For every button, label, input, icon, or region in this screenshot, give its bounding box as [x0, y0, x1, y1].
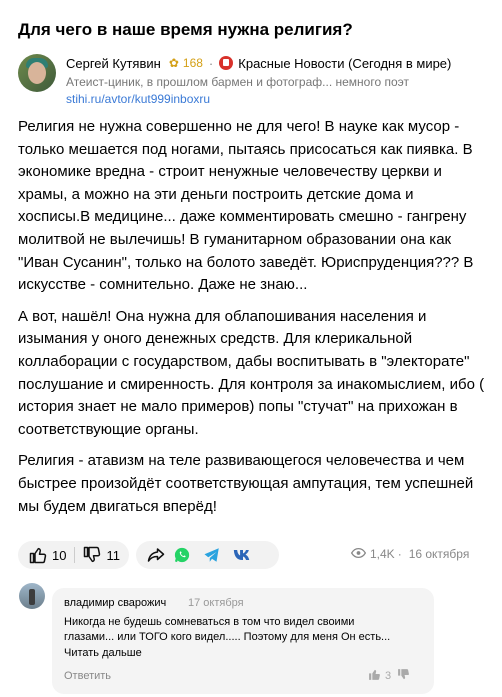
- karma-count: 168: [182, 56, 203, 70]
- share-icon[interactable]: [147, 546, 165, 564]
- publish-date: 16 октября: [408, 547, 470, 561]
- author-avatar[interactable]: [18, 54, 56, 92]
- comment-text: Никогда не будешь сомневаться в том что …: [64, 616, 391, 643]
- thumbs-up-icon[interactable]: [368, 668, 381, 684]
- action-bar: 10 11 1,4K · 16 октября: [18, 541, 488, 569]
- vk-icon[interactable]: [233, 548, 253, 562]
- comment-date: 17 октября: [188, 597, 244, 609]
- eye-icon: [350, 547, 367, 561]
- thumbs-down-icon[interactable]: [83, 546, 101, 564]
- article-body: Религия не нужна совершенно не для чего!…: [18, 116, 488, 527]
- telegram-icon[interactable]: [203, 546, 221, 564]
- comment-reactions: 3: [368, 668, 410, 684]
- views-stats: 1,4K · 16 октября: [350, 547, 470, 561]
- paragraph: А вот, нашёл! Она нужна для облапошивани…: [18, 307, 485, 438]
- karma-icon: ✿: [168, 56, 179, 70]
- read-more-link[interactable]: Читать дальше: [64, 647, 142, 659]
- share-pill: [136, 541, 279, 569]
- likes-count: 10: [52, 547, 67, 563]
- thumbs-down-icon[interactable]: [397, 668, 410, 684]
- paragraph: Религия не нужна совершенно не для чего!…: [18, 118, 474, 294]
- views-count: 1,4K: [370, 547, 395, 561]
- comment: владимир сварожич 17 октября Никогда не …: [52, 588, 434, 694]
- separator-dot: ·: [397, 547, 402, 561]
- channel-logo-icon: [219, 56, 234, 70]
- reply-button[interactable]: Ответить: [64, 670, 111, 682]
- dislikes-count: 11: [106, 547, 120, 563]
- thumbs-up-icon[interactable]: [29, 546, 47, 564]
- article-title: Для чего в наше время нужна религия?: [18, 20, 353, 39]
- paragraph: Религия - атавизм на теле развивающегося…: [18, 452, 474, 515]
- channel-name[interactable]: Красные Новости (Сегодня в мире): [238, 56, 451, 71]
- separator-dot: ·: [208, 55, 214, 71]
- whatsapp-icon[interactable]: [173, 546, 191, 564]
- author-link[interactable]: stihi.ru/avtor/kut999inboxru: [66, 92, 210, 106]
- divider: [74, 547, 76, 563]
- comment-likes-count: 3: [385, 670, 392, 682]
- comment-author[interactable]: владимир сварожич: [64, 597, 166, 609]
- author-bio: Атеист-циник, в прошлом бармен и фотогра…: [66, 75, 409, 89]
- author-name[interactable]: Сергей Кутявин: [66, 56, 161, 71]
- author-line: Сергей Кутявин ✿ 168 · Красные Новости (…: [66, 55, 451, 71]
- reactions-pill: 10 11: [18, 541, 129, 569]
- commenter-avatar[interactable]: [19, 583, 45, 609]
